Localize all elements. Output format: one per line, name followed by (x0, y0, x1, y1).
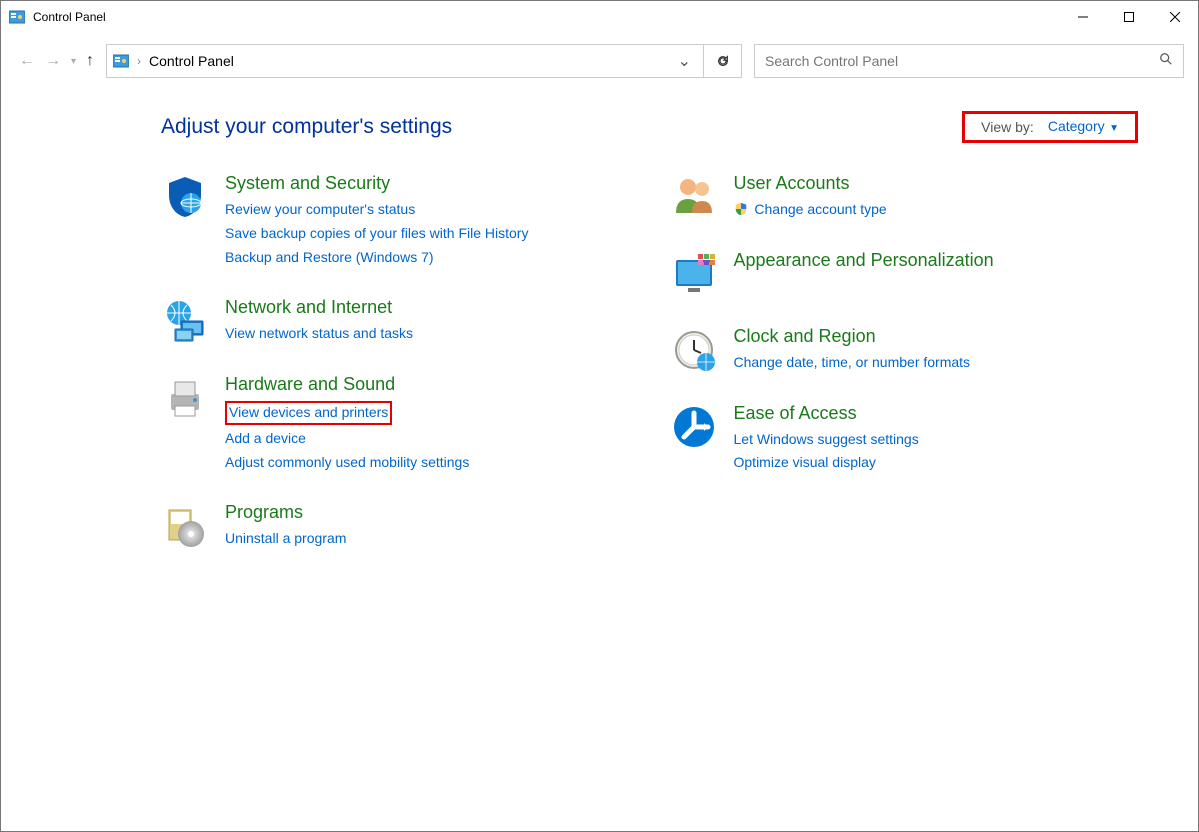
chevron-down-icon: ▼ (1109, 123, 1119, 134)
printer-icon (161, 374, 209, 422)
category-system-and-security: System and Security Review your computer'… (161, 173, 630, 269)
monitor-colors-icon (670, 250, 718, 298)
minimize-button[interactable] (1060, 1, 1106, 33)
category-title[interactable]: Network and Internet (225, 297, 630, 318)
category-link[interactable]: Review your computer's status (225, 198, 630, 222)
category-link[interactable]: View devices and printers (225, 401, 392, 425)
maximize-button[interactable] (1106, 1, 1152, 33)
view-by-selector[interactable]: View by: Category ▼ (962, 111, 1138, 143)
category-link[interactable]: Let Windows suggest settings (734, 428, 1139, 452)
control-panel-icon (9, 9, 25, 25)
close-button[interactable] (1152, 1, 1198, 33)
breadcrumb-location[interactable]: Control Panel (149, 53, 234, 69)
navigation-bar: ← → ▾ ↑ › Control Panel ⌄ (15, 41, 1184, 81)
category-title[interactable]: Ease of Access (734, 403, 1139, 424)
category-user-accounts: User Accounts Change account type (670, 173, 1139, 222)
view-by-value: Category (1048, 118, 1105, 134)
refresh-button[interactable] (704, 44, 742, 78)
titlebar: Control Panel (1, 1, 1198, 33)
category-title[interactable]: System and Security (225, 173, 630, 194)
category-link[interactable]: Change date, time, or number formats (734, 351, 1139, 375)
left-column: System and Security Review your computer'… (161, 173, 630, 579)
category-link[interactable]: Save backup copies of your files with Fi… (225, 222, 630, 246)
ease-icon (670, 403, 718, 451)
category-title[interactable]: Hardware and Sound (225, 374, 630, 395)
category-clock-and-region: Clock and Region Change date, time, or nu… (670, 326, 1139, 375)
content-area: Adjust your computer's settings View by:… (1, 81, 1198, 579)
window-controls (1060, 1, 1198, 33)
search-icon (1159, 52, 1173, 71)
control-panel-icon (113, 53, 129, 69)
category-link[interactable]: Backup and Restore (Windows 7) (225, 246, 630, 270)
category-title[interactable]: Clock and Region (734, 326, 1139, 347)
address-dropdown[interactable]: ⌄ (672, 51, 697, 71)
view-by-label: View by: (981, 119, 1034, 135)
nav-arrows: ← → ▾ ↑ (15, 52, 98, 70)
category-title[interactable]: Programs (225, 502, 630, 523)
category-programs: Programs Uninstall a program (161, 502, 630, 551)
category-hardware-and-sound: Hardware and Sound View devices and print… (161, 374, 630, 474)
right-column: User Accounts Change account type Appeara… (670, 173, 1139, 579)
up-button[interactable]: ↑ (86, 52, 94, 70)
category-network-and-internet: Network and Internet View network status … (161, 297, 630, 346)
window-title: Control Panel (33, 10, 106, 24)
back-button[interactable]: ← (19, 52, 35, 70)
address-bar[interactable]: › Control Panel ⌄ (106, 44, 704, 78)
breadcrumb-separator: › (137, 54, 141, 68)
globe-monitors-icon (161, 297, 209, 345)
clock-globe-icon (670, 326, 718, 374)
category-title[interactable]: User Accounts (734, 173, 1139, 194)
page-heading: Adjust your computer's settings (161, 115, 452, 139)
category-link[interactable]: Optimize visual display (734, 451, 1139, 475)
forward-button[interactable]: → (45, 52, 61, 70)
search-input[interactable] (765, 53, 1159, 69)
search-box[interactable] (754, 44, 1184, 78)
recent-dropdown[interactable]: ▾ (71, 56, 76, 67)
category-appearance-and-personalization: Appearance and Personalization (670, 250, 1139, 298)
category-link[interactable]: Change account type (734, 198, 1139, 222)
category-title[interactable]: Appearance and Personalization (734, 250, 1139, 271)
category-link[interactable]: Uninstall a program (225, 527, 630, 551)
disc-box-icon (161, 502, 209, 550)
shield-globe-icon (161, 173, 209, 221)
category-link[interactable]: View network status and tasks (225, 322, 630, 346)
people-icon (670, 173, 718, 221)
category-link[interactable]: Add a device (225, 427, 630, 451)
category-link[interactable]: Adjust commonly used mobility settings (225, 451, 630, 475)
category-ease-of-access: Ease of Access Let Windows suggest settin… (670, 403, 1139, 476)
